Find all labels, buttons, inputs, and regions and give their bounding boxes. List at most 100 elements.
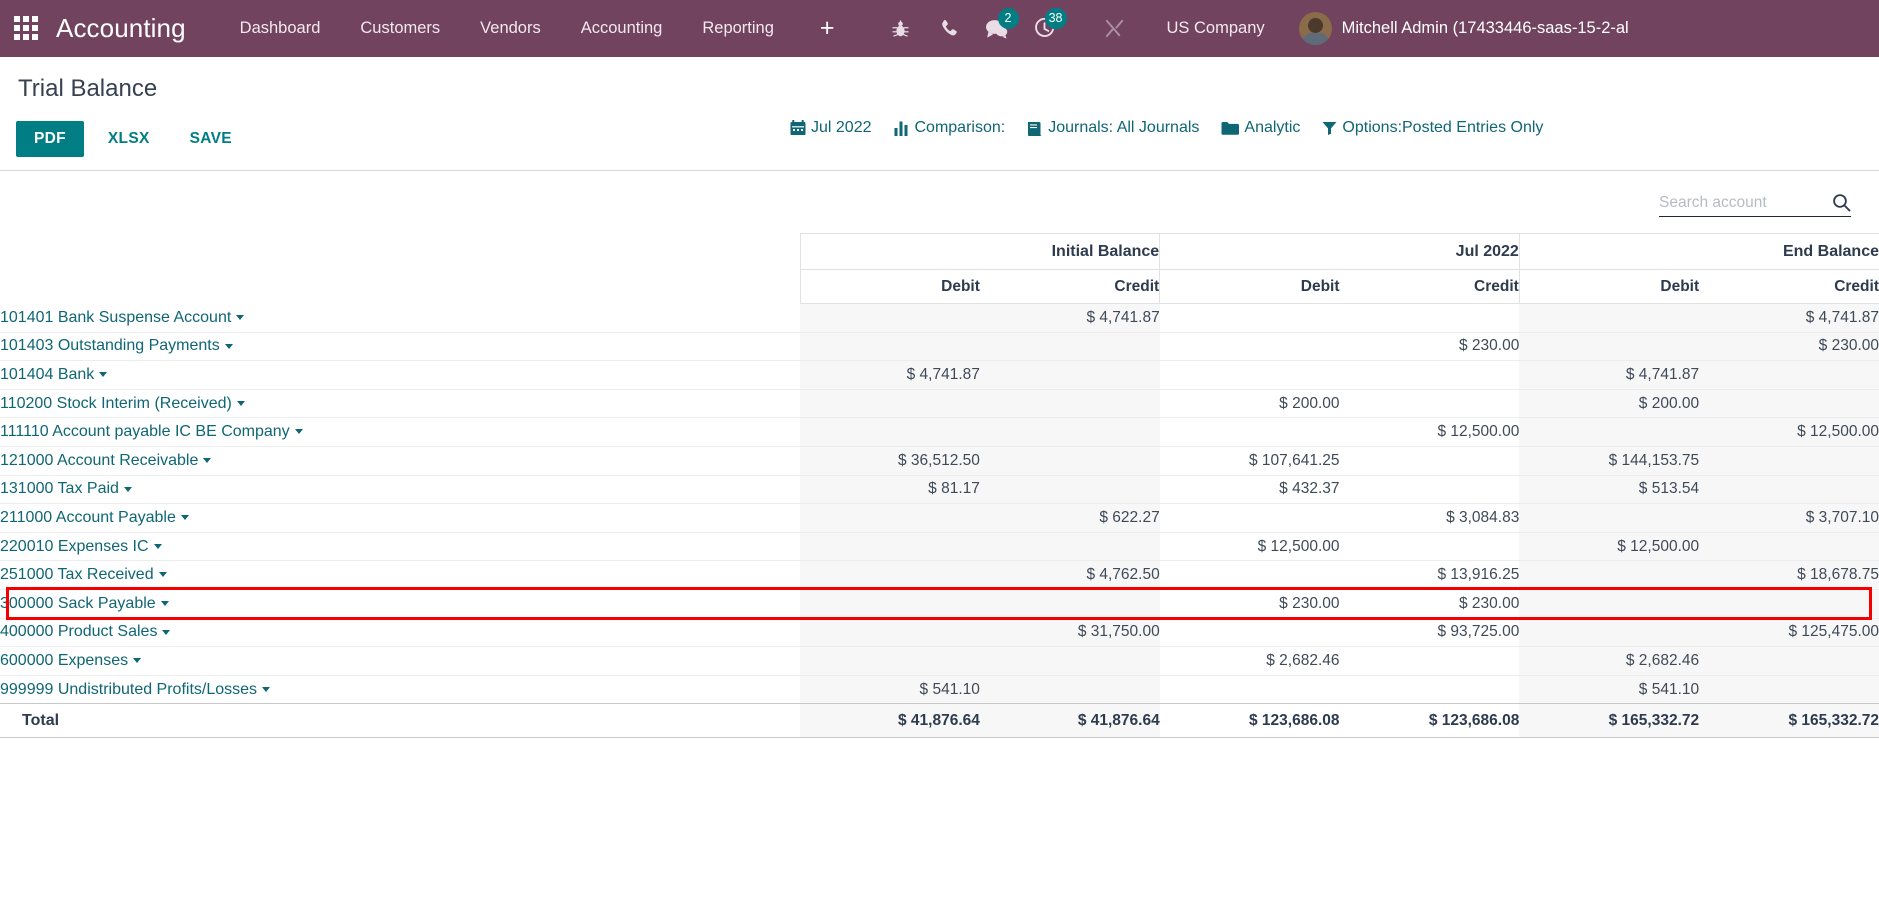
account-link[interactable]: 101403 Outstanding Payments <box>0 337 220 354</box>
control-panel: Trial Balance PDF XLSX SAVE Jul 2022 Com… <box>0 57 1879 171</box>
total-row: Total $ 41,876.64 $ 41,876.64 $ 123,686.08 $… <box>0 703 1879 739</box>
options-filter[interactable]: Options:Posted Entries Only <box>1322 119 1543 137</box>
account-link[interactable]: 400000 Product Sales <box>0 623 157 640</box>
account-cell: 101401 Bank Suspense Account <box>0 304 800 333</box>
account-link[interactable]: 101404 Bank <box>0 366 94 383</box>
group-header-row: Initial Balance Jul 2022 End Balance <box>0 233 1879 270</box>
phone-icon[interactable] <box>927 9 971 49</box>
amount-cell <box>1340 446 1520 475</box>
total-amount-cell: $ 165,332.72 <box>1519 703 1700 739</box>
app-brand-accounting[interactable]: Accounting <box>56 13 186 44</box>
account-cell: 300000 Sack Payable <box>0 589 800 618</box>
bug-icon[interactable] <box>879 9 923 49</box>
account-link[interactable]: 111110 Account payable IC BE Company <box>0 423 290 440</box>
account-cell: 211000 Account Payable <box>0 504 800 533</box>
nav-dashboard[interactable]: Dashboard <box>220 11 341 46</box>
search-input[interactable] <box>1659 193 1819 212</box>
amount-cell <box>979 360 1160 390</box>
group-header-period: Jul 2022 <box>1159 233 1520 270</box>
account-link[interactable]: 251000 Tax Received <box>0 566 154 583</box>
search-box[interactable] <box>1659 193 1851 217</box>
amount-cell <box>1340 675 1520 704</box>
nav-accounting[interactable]: Accounting <box>561 11 683 46</box>
journals-filter[interactable]: Journals: All Journals <box>1027 119 1199 137</box>
amount-cell <box>1699 646 1879 676</box>
amount-cell <box>1519 560 1700 590</box>
account-link[interactable]: 211000 Account Payable <box>0 509 176 526</box>
amount-cell <box>1160 332 1340 361</box>
amount-cell <box>800 417 980 447</box>
group-header-end-balance: End Balance <box>1518 233 1879 270</box>
account-link[interactable]: 131000 Tax Paid <box>0 480 119 497</box>
account-link[interactable]: 999999 Undistributed Profits/Losses <box>0 681 257 698</box>
caret-down-icon[interactable] <box>294 429 303 435</box>
nav-vendors[interactable]: Vendors <box>460 11 561 46</box>
caret-down-icon[interactable] <box>224 343 233 349</box>
account-link[interactable]: 300000 Sack Payable <box>0 595 156 612</box>
total-amount-cell: $ 165,332.72 <box>1699 703 1879 739</box>
total-amount-cell: $ 123,686.08 <box>1339 703 1520 739</box>
table-row: 251000 Tax Received $ 4,762.50 $ 13,916.25… <box>0 560 1879 590</box>
amount-cell: $ 144,153.75 <box>1519 446 1700 476</box>
amount-cell <box>800 589 980 619</box>
table-row: 101403 Outstanding Payments $ 230.00 $ 230… <box>0 332 1879 361</box>
apps-grid-icon[interactable] <box>14 15 40 42</box>
caret-down-icon[interactable] <box>123 486 132 492</box>
account-link[interactable]: 110200 Stock Interim (Received) <box>0 395 232 412</box>
caret-down-icon[interactable] <box>133 658 142 664</box>
sub-header-period-debit: Debit <box>1159 269 1340 304</box>
page-title: Trial Balance <box>18 75 158 102</box>
messages-icon[interactable]: 2 <box>975 7 1019 49</box>
comparison-filter[interactable]: Comparison: <box>894 119 1005 137</box>
tools-icon[interactable] <box>1093 9 1137 49</box>
caret-down-icon[interactable] <box>180 515 189 521</box>
search-icon[interactable] <box>1832 193 1851 212</box>
sub-header-period-credit: Credit <box>1339 269 1520 304</box>
activities-icon[interactable]: 38 <box>1023 7 1067 49</box>
table-row: 101401 Bank Suspense Account $ 4,741.87 $ … <box>0 303 1879 333</box>
company-switcher[interactable]: US Company <box>1151 11 1281 46</box>
amount-cell <box>1699 360 1879 390</box>
account-cell: 111110 Account payable IC BE Company <box>0 418 800 447</box>
table-row: 999999 Undistributed Profits/Losses $ 541… <box>0 675 1879 704</box>
amount-cell <box>1519 589 1700 619</box>
user-menu[interactable]: Mitchell Admin (17433446-saas-15-2-al <box>1342 19 1629 38</box>
amount-cell: $ 3,084.83 <box>1446 508 1520 526</box>
amount-cell: $ 31,750.00 <box>979 618 1160 647</box>
total-label: Total <box>0 703 801 739</box>
amount-cell: $ 2,682.46 <box>1519 646 1700 676</box>
caret-down-icon[interactable] <box>153 543 162 549</box>
date-filter[interactable]: Jul 2022 <box>790 119 872 137</box>
save-button[interactable]: SAVE <box>174 121 248 157</box>
amount-cell <box>800 560 980 590</box>
nav-reporting[interactable]: Reporting <box>682 11 794 46</box>
amount-cell: $ 230.00 <box>1458 337 1520 355</box>
table-body: 101401 Bank Suspense Account $ 4,741.87 $ … <box>0 303 1879 739</box>
amount-cell <box>1519 332 1700 361</box>
caret-down-icon[interactable] <box>262 686 271 692</box>
caret-down-icon[interactable] <box>158 572 167 578</box>
amount-cell: $ 3,707.10 <box>1699 503 1879 533</box>
caret-down-icon[interactable] <box>236 314 245 320</box>
caret-down-icon[interactable] <box>162 629 171 635</box>
amount-cell: $ 93,725.00 <box>1437 623 1520 641</box>
amount-cell <box>1519 618 1700 647</box>
account-link[interactable]: 220010 Expenses IC <box>0 538 149 555</box>
caret-down-icon[interactable] <box>236 400 245 406</box>
quick-create-plus-icon[interactable]: + <box>794 16 857 41</box>
amount-cell <box>1160 675 1340 704</box>
amount-cell: $ 2,682.46 <box>1266 651 1340 669</box>
caret-down-icon[interactable] <box>160 601 169 606</box>
caret-down-icon[interactable] <box>99 372 108 378</box>
nav-customers[interactable]: Customers <box>340 11 460 46</box>
avatar[interactable] <box>1298 12 1332 45</box>
table-row: 110200 Stock Interim (Received) $ 200.00 $… <box>0 389 1879 418</box>
account-link[interactable]: 121000 Account Receivable <box>0 452 198 469</box>
pdf-button[interactable]: PDF <box>16 121 84 157</box>
caret-down-icon[interactable] <box>203 458 212 464</box>
account-link[interactable]: 600000 Expenses <box>0 652 128 669</box>
xlsx-button[interactable]: XLSX <box>92 121 166 157</box>
analytic-filter[interactable]: Analytic <box>1221 119 1300 137</box>
account-link[interactable]: 101401 Bank Suspense Account <box>0 309 231 326</box>
amount-cell: $ 230.00 <box>1458 594 1520 612</box>
